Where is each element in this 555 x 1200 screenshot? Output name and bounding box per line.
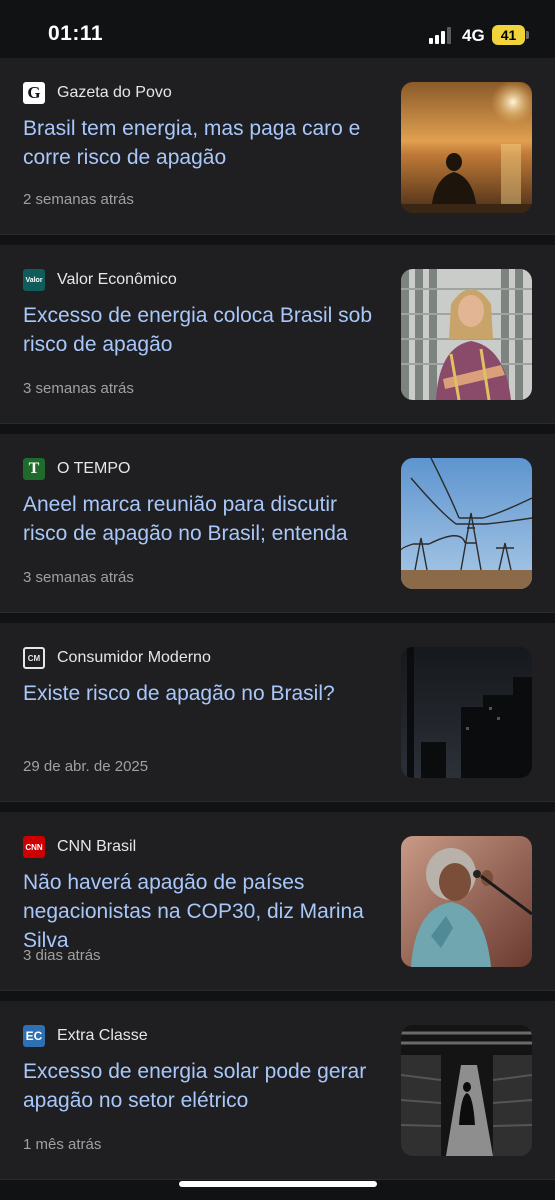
source-name: Consumidor Moderno [57, 649, 211, 666]
news-card[interactable]: CNN CNN Brasil Não haverá apagão de país… [0, 812, 555, 991]
headline-link[interactable]: Existe risco de apagão no Brasil? [23, 679, 383, 708]
otempo-logo-icon: T [23, 458, 45, 480]
source-name: Extra Classe [57, 1027, 148, 1044]
article-thumbnail[interactable] [401, 1025, 532, 1156]
article-age: 3 dias atrás [23, 947, 101, 964]
source-name: Gazeta do Povo [57, 84, 172, 101]
source-name: Valor Econômico [57, 271, 177, 288]
cellular-signal-icon [429, 26, 455, 44]
news-card[interactable]: CM Consumidor Moderno Existe risco de ap… [0, 623, 555, 802]
cnn-logo-icon: CNN [23, 836, 45, 858]
extra-classe-logo-icon: EC [23, 1025, 45, 1047]
article-thumbnail[interactable] [401, 458, 532, 589]
network-type: 4G [462, 26, 485, 45]
gazeta-logo-icon: G [23, 82, 45, 104]
source-row: CM Consumidor Moderno [23, 647, 211, 669]
headline-link[interactable]: Não haverá apagão de países negacionista… [23, 868, 383, 955]
article-thumbnail[interactable] [401, 647, 532, 778]
headline-link[interactable]: Brasil tem energia, mas paga caro e corr… [23, 114, 383, 172]
source-name: O TEMPO [57, 460, 131, 477]
article-age: 3 semanas atrás [23, 380, 134, 397]
battery-icon: 41 [492, 25, 525, 45]
battery-tip [526, 31, 529, 39]
article-thumbnail[interactable] [401, 269, 532, 400]
news-card[interactable]: EC Extra Classe Excesso de energia solar… [0, 1001, 555, 1180]
article-thumbnail[interactable] [401, 82, 532, 213]
headline-link[interactable]: Aneel marca reunião para discutir risco … [23, 490, 383, 548]
source-row: CNN CNN Brasil [23, 836, 136, 858]
source-row: G Gazeta do Povo [23, 82, 172, 104]
headline-link[interactable]: Excesso de energia coloca Brasil sob ris… [23, 301, 383, 359]
status-time: 01:11 [48, 22, 104, 45]
source-row: T O TEMPO [23, 458, 131, 480]
article-age: 1 mês atrás [23, 1136, 102, 1153]
source-row: Valor Valor Econômico [23, 269, 177, 291]
article-age: 3 semanas atrás [23, 569, 134, 586]
news-card[interactable]: T O TEMPO Aneel marca reunião para discu… [0, 434, 555, 613]
news-card[interactable]: G Gazeta do Povo Brasil tem energia, mas… [0, 58, 555, 235]
article-thumbnail[interactable] [401, 836, 532, 967]
news-card[interactable]: Valor Valor Econômico Excesso de energia… [0, 245, 555, 424]
article-age: 2 semanas atrás [23, 191, 134, 208]
home-indicator[interactable] [179, 1181, 377, 1187]
source-name: CNN Brasil [57, 838, 137, 855]
headline-link[interactable]: Excesso de energia solar pode gerar apag… [23, 1057, 383, 1115]
valor-logo-icon: Valor [23, 269, 45, 291]
consumidor-moderno-logo-icon: CM [23, 647, 45, 669]
source-row: EC Extra Classe [23, 1025, 148, 1047]
news-feed: G Gazeta do Povo Brasil tem energia, mas… [0, 58, 555, 1190]
article-age: 29 de abr. de 2025 [23, 758, 149, 775]
